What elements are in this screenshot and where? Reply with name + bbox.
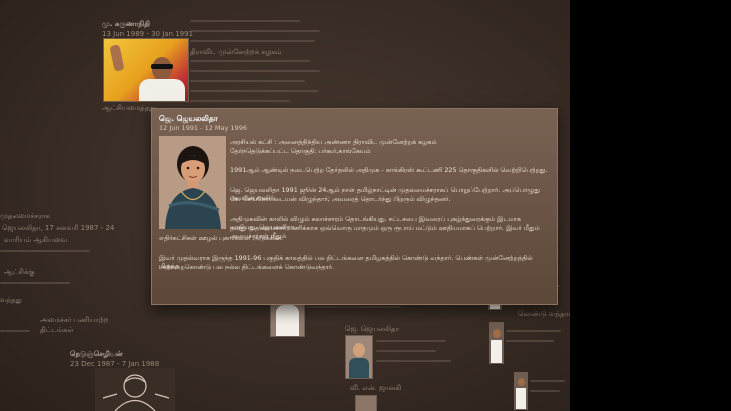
cm-bio-paragraph: எதிர்கட்சிகள் ஊழல் புகார்களை அடுக்கின. [159, 234, 283, 242]
portrait-body [276, 305, 299, 336]
bg-wall-text: அமைச்சர் பணியாற்ற [40, 316, 109, 324]
portrait-raised-hand [109, 44, 125, 72]
bg-wall-text: முதலமைச்சராக [0, 212, 50, 220]
bg-portrait-karunanidhi[interactable] [103, 38, 189, 102]
bg-text-line [190, 60, 310, 62]
bg-text-line [0, 282, 70, 284]
bg-portrait-sketch[interactable] [95, 368, 175, 411]
portrait-body [349, 358, 369, 378]
cm-portrait [159, 136, 226, 229]
cm-bio-paragraph: கே. செங்கோட்டையன் விழுந்தார்; அவரைத் தொட… [230, 195, 451, 203]
cm-term-dates: 12 Jun 1991 - 12 May 1996 [159, 124, 247, 132]
bg-text-line [190, 30, 320, 32]
portrait-body [516, 388, 526, 409]
portrait-shirt [139, 79, 185, 101]
bg-entry-dates: 13 Jun 1989 - 30 Jan 1991 [102, 30, 194, 38]
portrait-face [518, 378, 525, 386]
bg-entry-text: ஆட்சியமைத்தது [102, 104, 156, 112]
jayalalithaa-portrait-image [159, 136, 226, 229]
portrait-glasses [151, 64, 173, 69]
bg-entry-dates: 23 Dec 1987 - 7 Jan 1988 [70, 360, 160, 368]
bg-text-line [190, 70, 320, 72]
bg-wall-text: வந்தது [0, 296, 22, 304]
bg-text-line [190, 80, 305, 82]
bg-entry-title: ஜெ. ஜெயலலிதா [345, 325, 400, 333]
bg-wall-text: ஆட்சிக்கு [4, 268, 35, 276]
sketch-figure-icon [102, 374, 170, 411]
bg-text-line [190, 40, 315, 42]
cm-name: ஜெ. ஜெயலலிதா [159, 114, 218, 123]
black-side-panel [570, 0, 731, 411]
bg-portrait-janaki[interactable] [355, 395, 377, 411]
bg-text-line [506, 340, 554, 342]
bg-wall-text: திட்டங்கள் [40, 326, 74, 334]
bg-entry-title: நெடுஞ்செழியன் [70, 350, 123, 358]
bg-text-line [0, 330, 30, 332]
cm-detail-card[interactable]: ஜெ. ஜெயலலிதா 12 Jun 1991 - 12 May 1996 அ… [151, 108, 558, 305]
bg-text-line [190, 100, 290, 102]
portrait-face [493, 329, 501, 338]
bg-text-line [530, 380, 565, 382]
portrait-face [353, 343, 365, 357]
bg-portrait-jayalalithaa[interactable] [345, 335, 373, 379]
bg-entry-party: திராவிட முன்னேற்றக் கழகம் [190, 48, 282, 56]
bg-wall-text: ஜெயலலிதா, 17 சனவரி 1987 - 24 [2, 224, 115, 232]
bg-text-line [506, 330, 561, 332]
bg-text-line [376, 340, 446, 342]
cm-constituency: தேர்ந்தெடுக்கப்பட்ட தொகுதி: பர்கூர்,காங்… [230, 147, 371, 155]
cm-bio-paragraph: 1991ஆம் ஆண்டில் நடைபெற்ற தேர்தலில் அதிமு… [230, 166, 548, 174]
bg-text-line [0, 250, 90, 252]
bg-wall-text: வாரியம் ஆகியவை [4, 236, 68, 244]
cm-bio-paragraph: அக்கறைகொண்டு பல நல்ல திட்டங்களைக் கொண்டு… [159, 263, 335, 271]
bg-text-line [190, 90, 318, 92]
timeline-3d-scene[interactable]: மு. கருணாநிதி 13 Jun 1989 - 30 Jan 1991 … [0, 0, 570, 411]
bg-text-line [376, 360, 451, 362]
portrait-body [491, 340, 502, 363]
bg-text-line [190, 20, 300, 22]
cm-party: அரசியல் கட்சி : அனைத்திந்திய அண்ணா திராவ… [230, 138, 437, 146]
bg-entry-title: மு. கருணாநிதி [102, 20, 150, 28]
portrait-face [152, 57, 172, 81]
bg-portrait-right-3[interactable] [514, 372, 528, 410]
bg-text-line [306, 306, 401, 308]
bg-text-line [376, 350, 436, 352]
bg-text-line [530, 390, 560, 392]
bg-portrait-right-2[interactable] [489, 322, 504, 364]
bg-entry-title: வி. என். ஜானகி [350, 384, 402, 392]
bg-wall-text: கொண்டு வந்தார் [518, 310, 570, 318]
